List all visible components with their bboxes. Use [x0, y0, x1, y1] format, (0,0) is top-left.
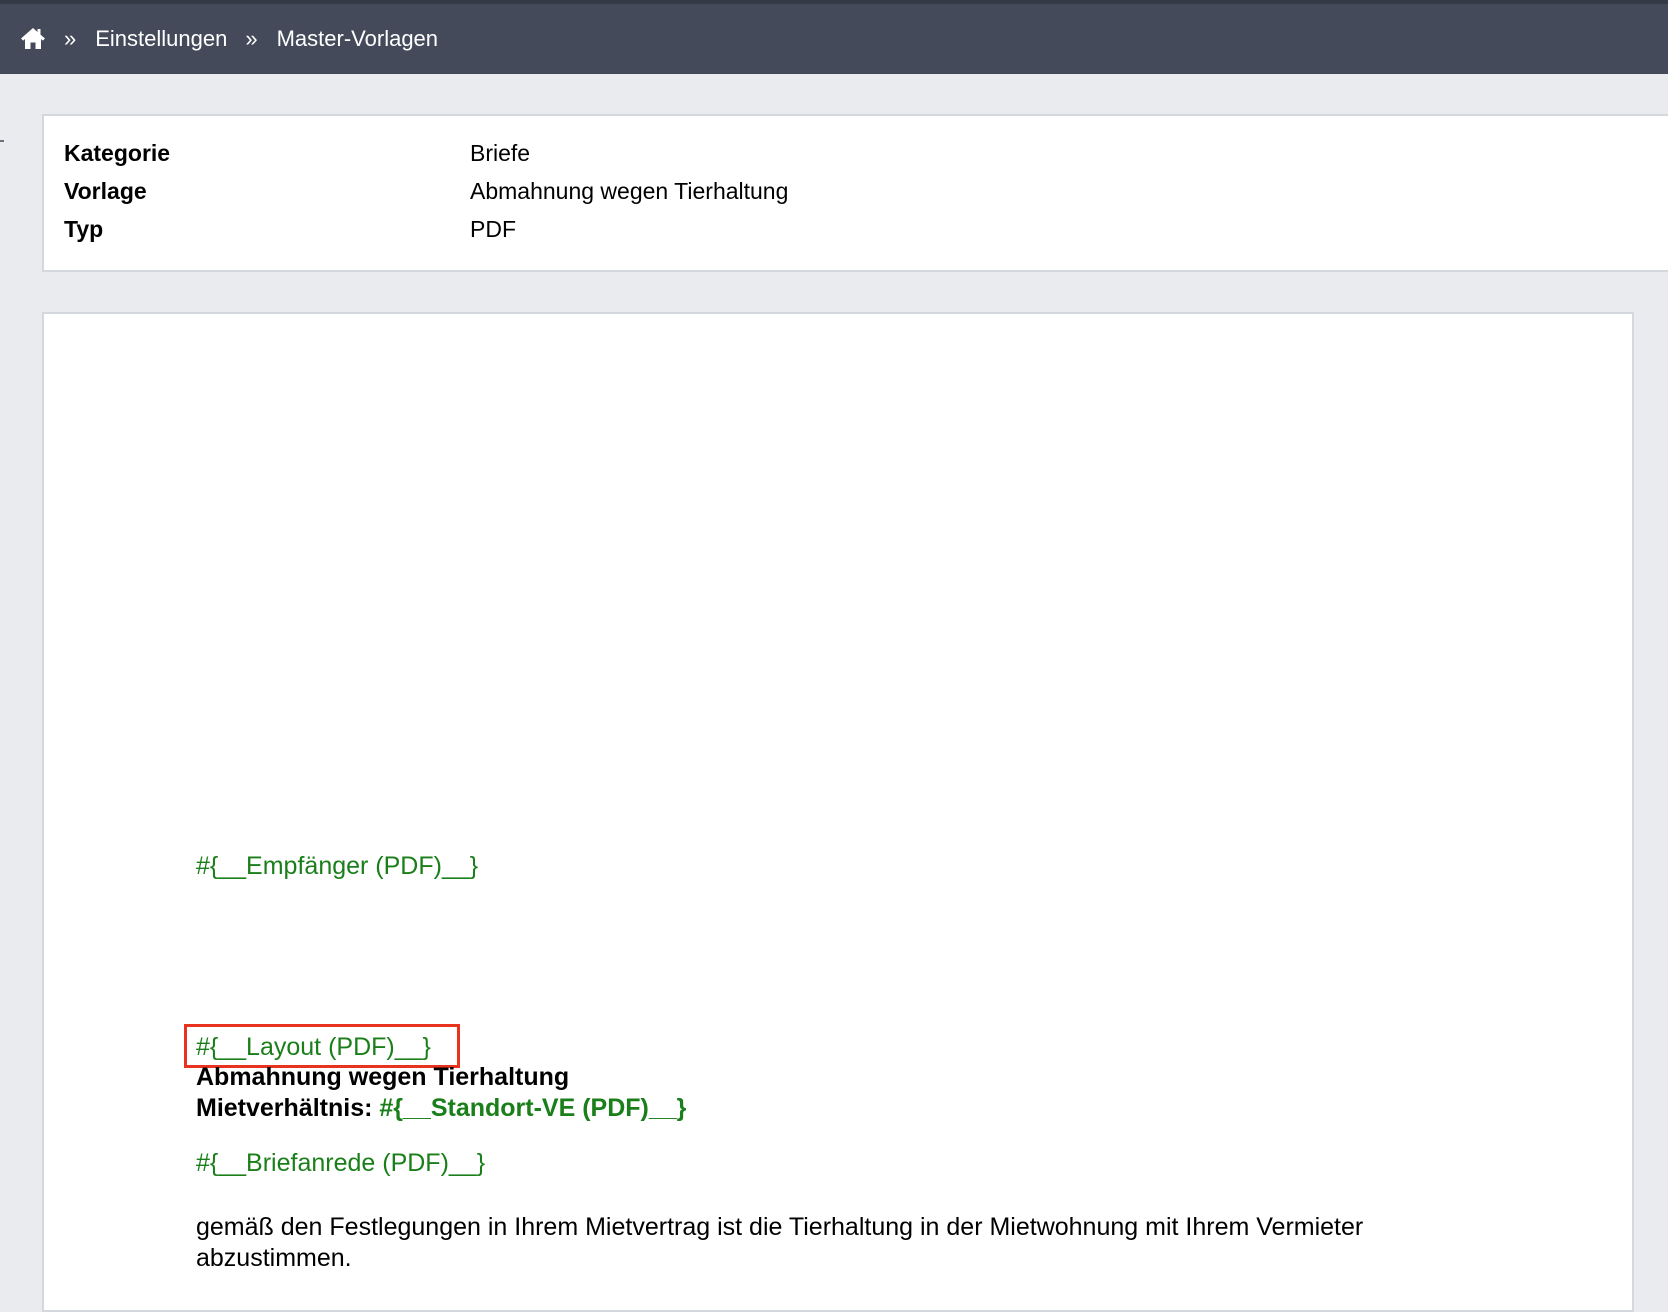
document-preview: #{__Empfänger (PDF)__} #{__Layout (PDF)_…	[42, 312, 1634, 1312]
letter-body-text: gemäß den Festlegungen in Ihrem Mietvert…	[196, 1213, 1364, 1272]
layout-placeholder: #{__Layout (PDF)__}	[196, 1033, 431, 1061]
tenancy-line: Mietverhältnis: #{__Standort-VE (PDF)__}	[196, 1093, 686, 1123]
top-navigation-bar: » Einstellungen » Master-Vorlagen	[0, 0, 1668, 74]
template-info-panel: Kategorie Briefe Vorlage Abmahnung wegen…	[42, 114, 1668, 272]
salutation-placeholder: #{__Briefanrede (PDF)__}	[196, 1149, 486, 1177]
breadcrumb-master-vorlagen[interactable]: Master-Vorlagen	[277, 26, 438, 52]
tenancy-label: Mietverhältnis:	[196, 1094, 380, 1122]
home-icon[interactable]	[20, 25, 46, 51]
info-value: PDF	[470, 216, 516, 242]
info-value: Briefe	[470, 140, 531, 166]
breadcrumb-separator: »	[64, 26, 77, 51]
letter-subject: Abmahnung wegen Tierhaltung	[196, 1063, 570, 1091]
info-row-vorlage: Vorlage Abmahnung wegen Tierhaltung	[64, 178, 1164, 218]
recipient-placeholder: #{__Empfänger (PDF)__}	[196, 852, 479, 880]
tenancy-placeholder: #{__Standort-VE (PDF)__}	[379, 1094, 687, 1122]
info-label: Typ	[64, 216, 104, 242]
breadcrumb-einstellungen[interactable]: Einstellungen	[95, 26, 227, 52]
info-value: Abmahnung wegen Tierhaltung	[470, 178, 789, 204]
sidebar-edge	[0, 140, 4, 142]
info-row-typ: Typ PDF	[64, 216, 1164, 256]
breadcrumb-separator: »	[245, 26, 258, 51]
info-label: Kategorie	[64, 140, 171, 166]
info-label: Vorlage	[64, 178, 147, 204]
info-row-kategorie: Kategorie Briefe	[64, 140, 1164, 180]
